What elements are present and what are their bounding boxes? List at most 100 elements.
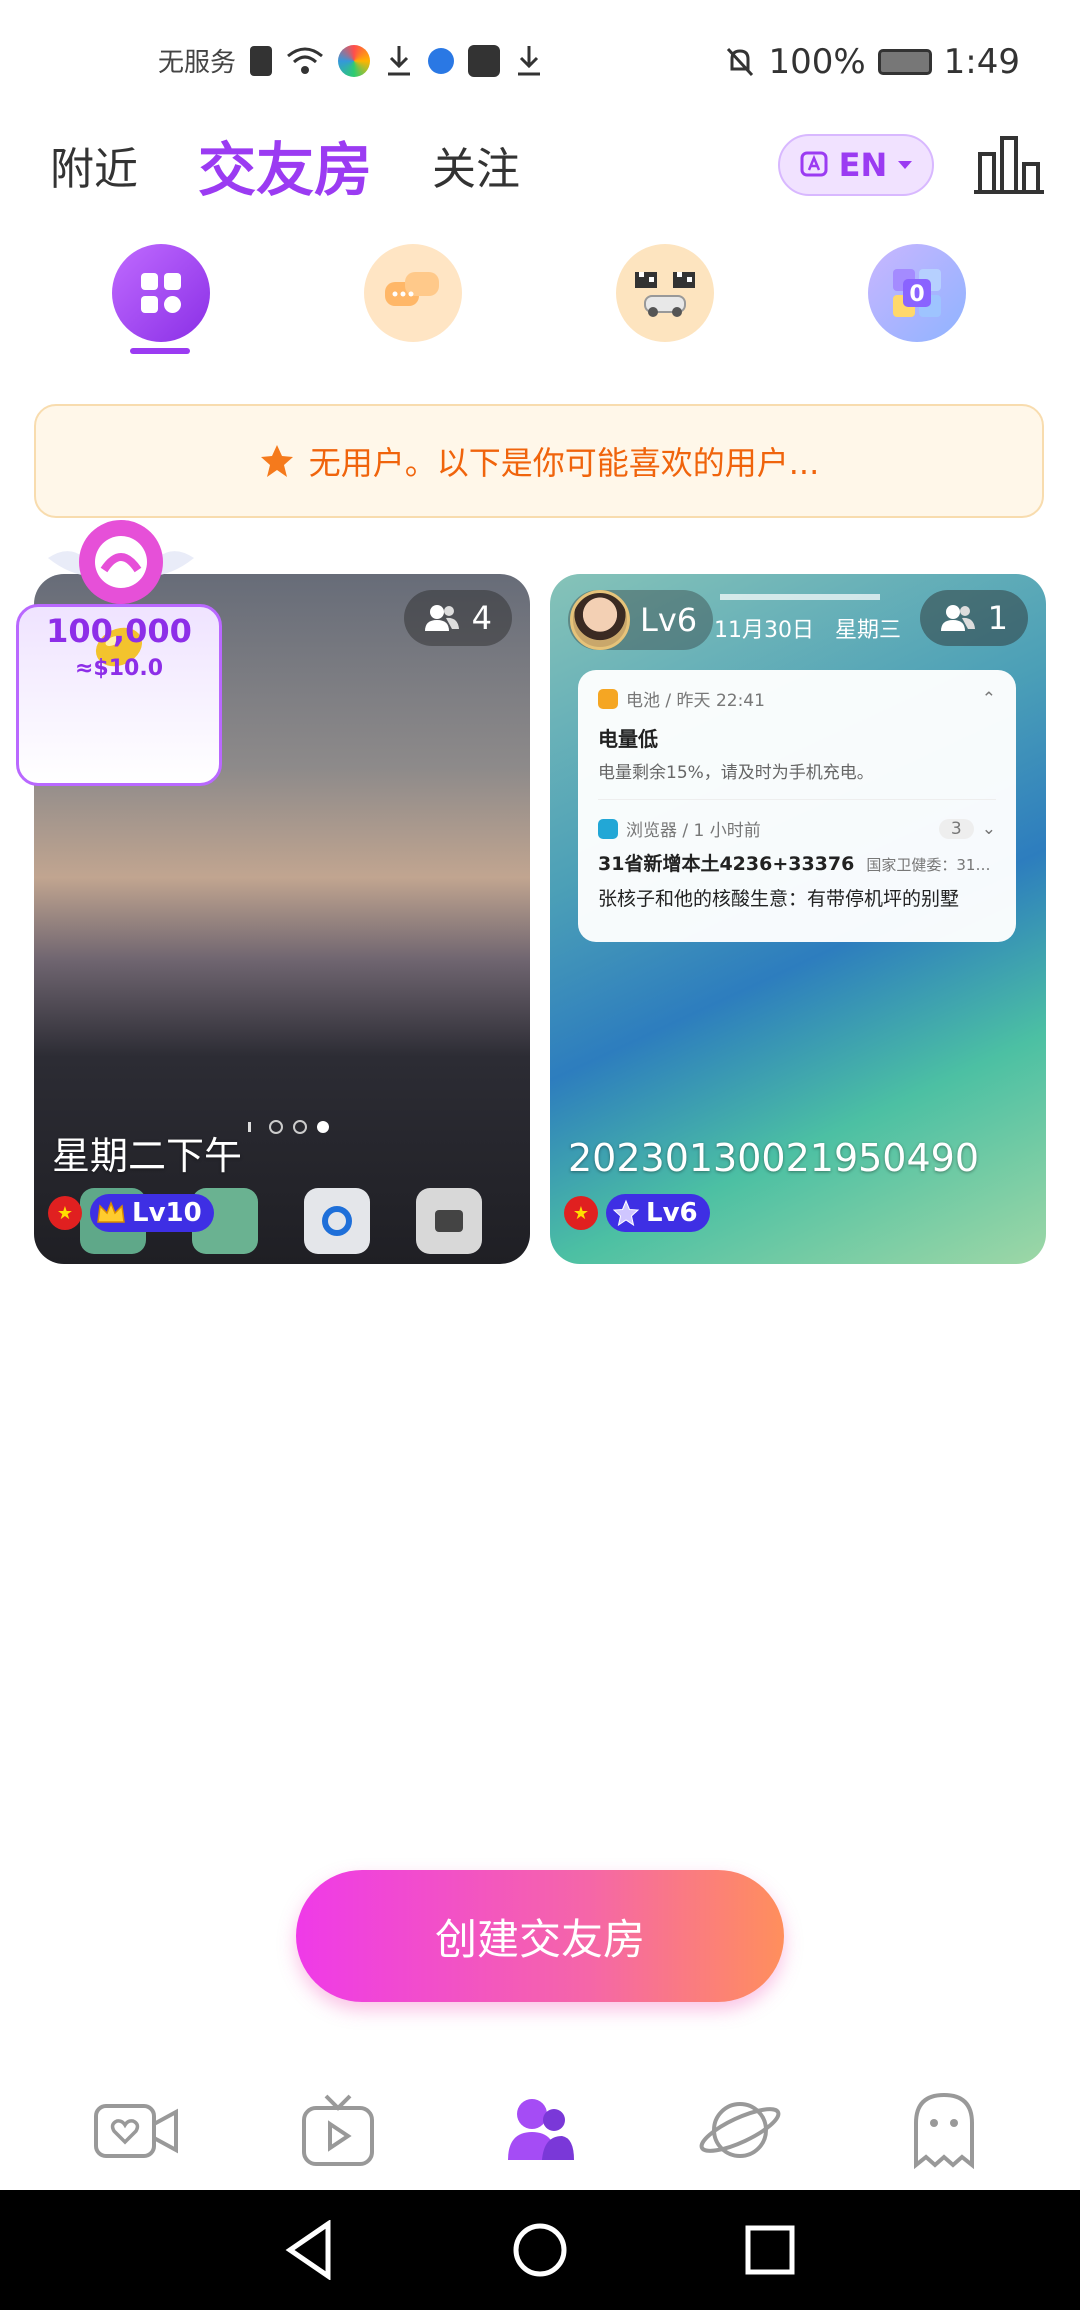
carrier-text: 无服务 (158, 48, 237, 78)
owner-level: Lv6 (640, 601, 698, 639)
nav-video-chat[interactable] (86, 2080, 186, 2180)
china-flag-icon: ★ (48, 1196, 82, 1230)
status-left: 无服务 (158, 42, 544, 79)
system-nav-bar (0, 2190, 1080, 2310)
chat-bubbles-icon (385, 272, 439, 306)
language-label: EN (838, 146, 888, 184)
notice-text: 无用户。以下是你可能喜欢的用户... (308, 444, 820, 482)
nav-profile[interactable] (894, 2080, 994, 2180)
top-tabs: 附近 交友房 关注 (50, 130, 520, 210)
n2-app: 浏览器 / 1 小时前 (626, 821, 761, 841)
chevron-down-icon: ⌄ (981, 818, 996, 839)
room-card[interactable]: 11月30日 星期三 Lv6 1 电池 / 昨天 22:41 ⌃ 电量低 电量剩… (550, 574, 1046, 1264)
reward-popup[interactable]: 100,000 ≈$10.0 (16, 518, 226, 788)
member-count: 1 (987, 599, 1008, 637)
category-racing[interactable] (616, 244, 714, 342)
category-all[interactable] (112, 244, 210, 342)
browser-icon (428, 47, 455, 74)
room-badges: ★ Lv10 (48, 1194, 214, 1232)
n2-count: 3 (938, 818, 974, 839)
huawei-icon (468, 44, 501, 77)
bottom-nav (0, 2070, 1080, 2190)
browser-app-icon (598, 818, 618, 839)
svg-text:0: 0 (909, 282, 924, 307)
crown-icon (97, 1200, 125, 1223)
room-owner: Lv6 (568, 590, 714, 650)
nav-party-room[interactable] (490, 2080, 590, 2180)
number-blocks-icon: 0 (893, 269, 941, 317)
download-icon-2 (518, 45, 541, 75)
category-chat[interactable] (364, 244, 462, 342)
level-badge: Lv6 (606, 1194, 710, 1232)
lockscreen-clock-partial (720, 574, 880, 600)
n1-body: 电量剩余15%，请及时为手机充电。 (598, 763, 874, 783)
notification-panel: 电池 / 昨天 22:41 ⌃ 电量低 电量剩余15%，请及时为手机充电。 浏览… (578, 670, 1016, 942)
chevron-up-icon: ⌃ (981, 688, 996, 709)
wifi-icon (287, 47, 323, 74)
battery-icon (877, 49, 932, 75)
caret-down-icon (898, 161, 913, 169)
nav-live[interactable] (288, 2080, 388, 2180)
leaderboard-icon[interactable] (974, 134, 1044, 196)
level-text: Lv10 (132, 1198, 202, 1228)
tv-play-icon (302, 2094, 374, 2166)
member-count: 4 (471, 599, 492, 637)
ghost-icon (914, 2092, 974, 2169)
battery-app-icon (598, 688, 618, 709)
grid-icon (141, 273, 181, 313)
room-name: 星期二下午 (52, 1134, 243, 1178)
home-icon[interactable] (512, 2222, 568, 2278)
n1-title: 电量低 (598, 727, 658, 751)
n2-line1-source: 国家卫健委：31… (866, 856, 991, 874)
member-count-pill: 4 (403, 590, 512, 646)
users-icon (424, 605, 459, 631)
lockscreen-weekday-text: 星期三 (835, 618, 902, 643)
category-number-game[interactable]: 0 (868, 244, 966, 342)
n2-line2: 张核子和他的核酸生意：有带停机坪的别墅 (598, 888, 960, 910)
n2-line1-text: 31省新增本土4236+33376 (598, 853, 855, 875)
n1-app: 电池 / 昨天 22:41 (626, 691, 765, 711)
lockscreen-date-text: 11月30日 (714, 618, 814, 643)
notice-star-icon (260, 445, 293, 477)
status-right: 100% 1:49 (724, 42, 1020, 82)
avatar (570, 590, 630, 650)
room-badges: ★ Lv6 (564, 1194, 710, 1232)
reward-amount: 100,000 (46, 612, 192, 650)
notification-header: 电池 / 昨天 22:41 ⌃ (598, 686, 996, 711)
app-notification-icon (338, 44, 371, 77)
language-button[interactable]: EN (778, 134, 934, 196)
dock-browser-icon (304, 1188, 370, 1254)
sim-alert-icon (250, 45, 273, 76)
party-users-icon (508, 2099, 574, 2160)
create-room-button[interactable]: 创建交友房 (296, 1870, 784, 2002)
room-name: 20230130021950490 (568, 1136, 980, 1180)
back-icon[interactable] (284, 2220, 334, 2280)
notification-header: 浏览器 / 1 小时前 3 ⌄ (598, 816, 996, 841)
racing-flags-icon (635, 272, 695, 317)
recents-icon[interactable] (744, 2224, 796, 2276)
page-dots (248, 1120, 329, 1134)
clock-time: 1:49 (943, 42, 1020, 82)
translate-icon (800, 151, 828, 177)
lockscreen-date: 11月30日 星期三 (714, 612, 901, 644)
tab-following[interactable]: 关注 (432, 130, 520, 210)
member-count-pill: 1 (919, 590, 1028, 646)
dock-camera-icon (416, 1188, 482, 1254)
tab-nearby[interactable]: 附近 (50, 130, 138, 210)
planet-icon (699, 2102, 781, 2158)
no-users-notice: 无用户。以下是你可能喜欢的用户... (34, 404, 1044, 518)
level-text: Lv6 (646, 1198, 698, 1228)
star-icon (612, 1199, 640, 1227)
nav-planet[interactable] (690, 2080, 790, 2180)
level-badge: Lv10 (90, 1194, 214, 1232)
reward-mascot-icon (48, 520, 194, 604)
reward-usd: ≈$10.0 (74, 656, 164, 681)
n2-line1: 31省新增本土4236+33376 国家卫健委：31… (598, 849, 996, 876)
tab-party-room[interactable]: 交友房 (198, 130, 372, 210)
download-icon (388, 45, 411, 75)
category-indicator (130, 348, 190, 354)
mute-bell-icon (727, 47, 754, 77)
users-icon (940, 605, 975, 631)
status-bar: 无服务 100% 1:49 (0, 0, 1080, 120)
battery-percent: 100% (768, 42, 866, 82)
